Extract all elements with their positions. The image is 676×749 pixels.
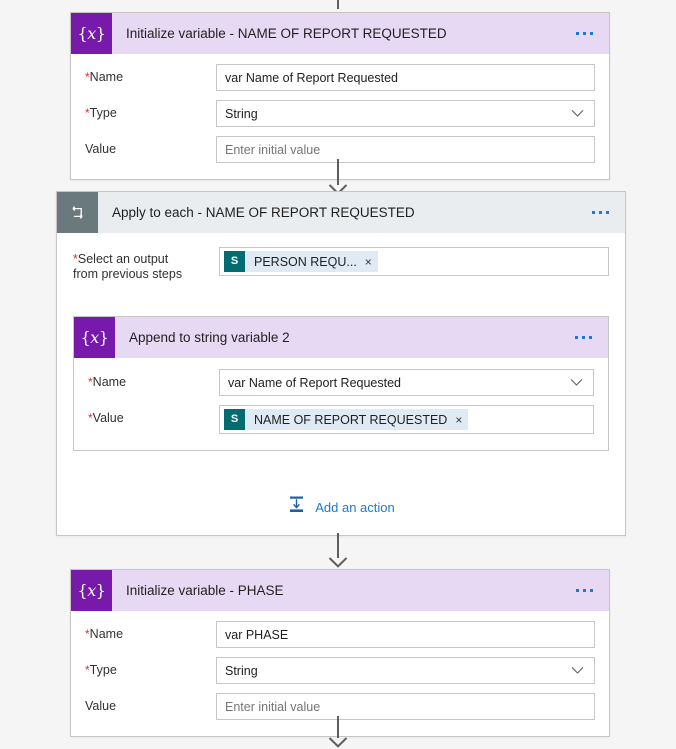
chevron-down-icon[interactable] [570,378,583,387]
card-title: Initialize variable - PHASE [126,583,284,598]
token-label: NAME OF REPORT REQUESTED [254,412,448,427]
form-row-name: *Name var Name of Report Requested [88,369,594,396]
variable-braces-icon: {x} [74,317,115,358]
select-output-input[interactable]: S PERSON REQU... × [219,247,609,276]
step-card-initialize-variable-phase[interactable]: {x} Initialize variable - PHASE *Name va… [70,569,610,737]
form-row-type: *Type String [85,657,595,684]
variable-braces-icon: {x} [71,13,112,54]
card-title: Initialize variable - NAME OF REPORT REQ… [126,26,447,41]
field-label-value: *Value [88,411,124,425]
card-title: Append to string variable 2 [129,330,290,345]
card-menu-ellipsis-icon[interactable] [575,336,592,339]
card-header[interactable]: {x} Initialize variable - PHASE [71,570,609,611]
card-body: *Name var Name of Report Requested *Type… [71,54,609,179]
add-an-action-button[interactable]: Add an action [73,495,609,519]
card-menu-ellipsis-icon[interactable] [592,211,609,214]
type-dropdown-value: String [225,106,258,121]
field-label-name: *Name [85,627,124,641]
form-row-select-output: *Select an output from previous steps S … [73,247,609,282]
form-row-name: *Name var Name of Report Requested [85,64,595,91]
sharepoint-icon: S [224,251,245,272]
add-an-action-label: Add an action [315,499,395,515]
field-label-value: Value [85,699,117,713]
name-input[interactable]: var PHASE [216,621,595,648]
variable-braces-icon: {x} [71,570,112,611]
form-row-value: Value Enter initial value [85,136,595,163]
step-card-apply-to-each[interactable]: Apply to each - NAME OF REPORT REQUESTED… [56,191,626,536]
value-input-placeholder: Enter initial value [225,142,321,157]
form-row-value: Value Enter initial value [85,693,595,720]
arrow-down-icon [328,557,348,568]
card-body: *Name var Name of Report Requested *Valu… [74,358,608,450]
card-menu-ellipsis-icon[interactable] [576,32,593,35]
card-header[interactable]: {x} Initialize variable - NAME OF REPORT… [71,13,609,54]
card-menu-ellipsis-icon[interactable] [576,589,593,592]
dynamic-content-token[interactable]: S NAME OF REPORT REQUESTED × [224,409,469,430]
card-title: Apply to each - NAME OF REPORT REQUESTED [112,205,415,220]
value-input[interactable]: Enter initial value [216,693,595,720]
name-input[interactable]: var Name of Report Requested [216,64,595,91]
dynamic-content-token[interactable]: S PERSON REQU... × [224,251,378,272]
connector-top [0,0,676,9]
flow-designer-canvas: {x} Initialize variable - NAME OF REPORT… [0,0,676,749]
type-dropdown-value: String [225,663,258,678]
value-input-placeholder: Enter initial value [225,699,321,714]
form-row-name: *Name var PHASE [85,621,595,648]
card-header[interactable]: Apply to each - NAME OF REPORT REQUESTED [57,192,625,233]
variable-name-dropdown-value: var Name of Report Requested [228,375,402,390]
chevron-down-icon[interactable] [571,666,584,675]
field-label-type: *Type [85,663,117,677]
loop-repeat-icon [57,192,98,233]
field-label-name: *Name [85,70,124,84]
name-input-value: var Name of Report Requested [225,70,399,85]
sharepoint-icon: S [224,409,245,430]
chevron-down-icon[interactable] [571,109,584,118]
append-value-input[interactable]: S NAME OF REPORT REQUESTED × [219,405,594,434]
field-label-type: *Type [85,106,117,120]
connector-step2-to-step3 [0,533,676,568]
insert-action-icon [287,495,306,519]
card-header[interactable]: {x} Append to string variable 2 [74,317,608,358]
value-input[interactable]: Enter initial value [216,136,595,163]
type-dropdown[interactable]: String [216,657,595,684]
token-remove-icon[interactable]: × [454,414,463,426]
variable-name-dropdown[interactable]: var Name of Report Requested [219,369,594,396]
name-input-value: var PHASE [225,627,289,642]
field-label-select-output: *Select an output from previous steps [73,252,183,281]
token-remove-icon[interactable]: × [364,256,373,268]
form-row-type: *Type String [85,100,595,127]
step-card-append-to-string-variable-2[interactable]: {x} Append to string variable 2 *Name va… [73,316,609,451]
token-label: PERSON REQU... [254,254,357,269]
form-row-value: *Value S NAME OF REPORT REQUESTED × [88,405,594,434]
arrow-down-icon [328,737,348,748]
field-label-value: Value [85,142,117,156]
field-label-name: *Name [88,375,127,389]
type-dropdown[interactable]: String [216,100,595,127]
card-body: *Select an output from previous steps S … [57,233,625,535]
step-card-initialize-variable-name-of-report[interactable]: {x} Initialize variable - NAME OF REPORT… [70,12,610,180]
card-body: *Name var PHASE *Type String Value Enter… [71,611,609,736]
